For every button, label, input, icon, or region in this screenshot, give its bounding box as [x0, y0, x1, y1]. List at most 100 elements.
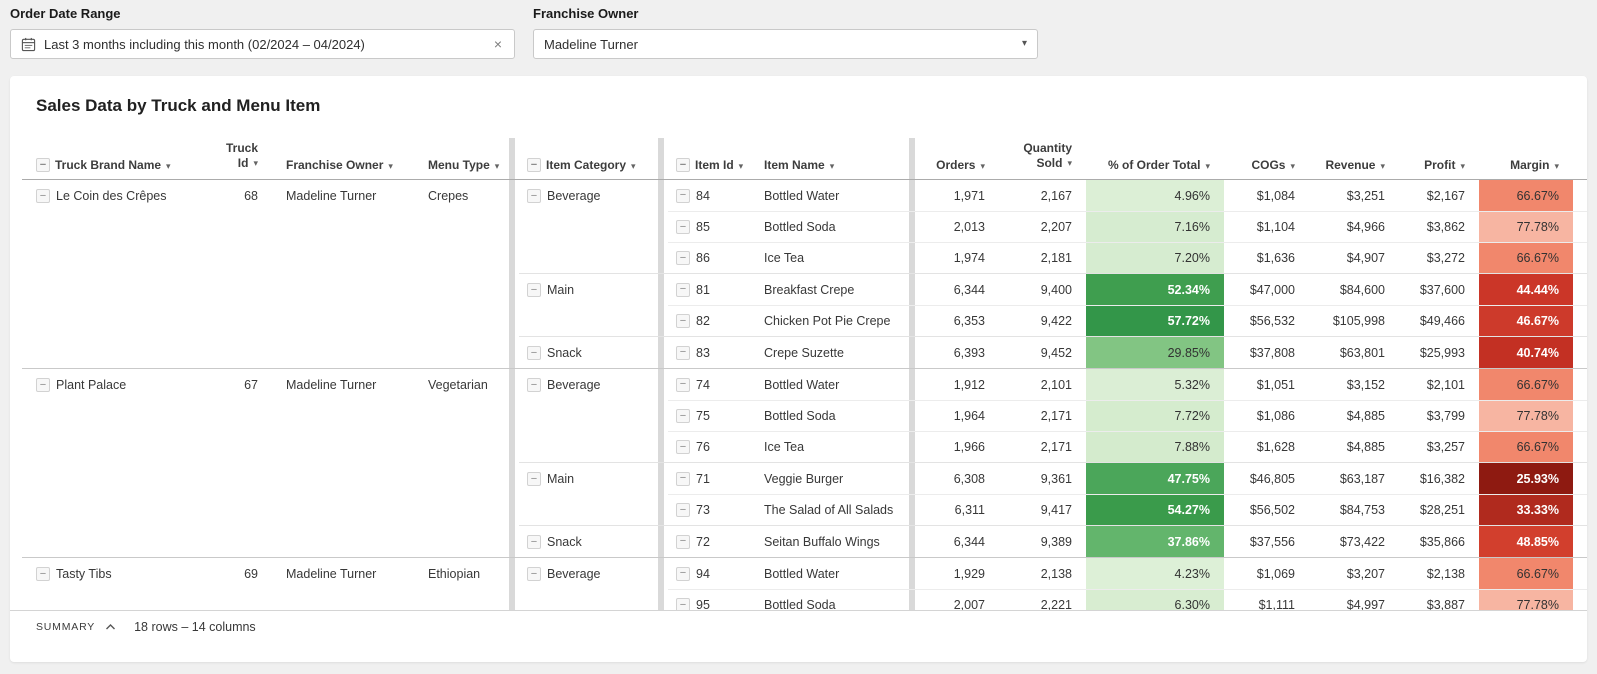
cogs-cell: $1,084: [1224, 180, 1309, 211]
item-id-cell: −86: [668, 243, 758, 273]
collapse-icon[interactable]: −: [36, 189, 50, 203]
item-name-cell: Bottled Soda: [758, 590, 905, 610]
item-id-label: 71: [696, 472, 710, 486]
collapse-icon[interactable]: −: [527, 346, 541, 360]
profit-cell: $16,382: [1399, 463, 1479, 494]
franchise-owner-cell: Madeline Turner: [272, 369, 414, 557]
column-header-truck-id[interactable]: Truck Id▾: [196, 138, 272, 179]
date-range-filter: Order Date Range Last 3 months including…: [10, 6, 515, 59]
date-range-input[interactable]: Last 3 months including this month (02/2…: [10, 29, 515, 59]
clear-filter-icon[interactable]: ×: [492, 37, 504, 51]
collapse-icon[interactable]: −: [36, 378, 50, 392]
collapse-icon[interactable]: −: [36, 567, 50, 581]
item-id-cell: −71: [668, 463, 758, 494]
column-header-item-id[interactable]: − Item Id ▾: [668, 138, 758, 179]
collapse-icon[interactable]: −: [527, 283, 541, 297]
collapse-icon[interactable]: −: [527, 472, 541, 486]
category-row: −Main−81Breakfast Crepe6,3449,40052.34%$…: [519, 273, 1587, 336]
column-group-divider: [654, 180, 668, 273]
collapse-icon[interactable]: −: [676, 220, 690, 234]
header-label-line2: Sold: [1036, 156, 1062, 172]
item-id-cell: −85: [668, 212, 758, 242]
sort-caret-icon[interactable]: ▾: [1380, 162, 1385, 172]
column-header-item-name[interactable]: Item Name ▾: [758, 138, 905, 179]
truck-brand-cell: −Le Coin des Crêpes: [22, 180, 196, 368]
column-header-pct-of-order-total[interactable]: % of Order Total ▾: [1086, 138, 1224, 179]
collapse-icon[interactable]: −: [676, 472, 690, 486]
cogs-cell: $1,111: [1224, 590, 1309, 610]
column-group-divider: [654, 337, 668, 368]
column-header-profit[interactable]: Profit ▾: [1399, 138, 1479, 179]
collapse-icon[interactable]: −: [527, 378, 541, 392]
collapse-icon[interactable]: −: [676, 283, 690, 297]
column-group-divider: [654, 369, 668, 462]
item-name-cell: The Salad of All Salads: [758, 495, 905, 525]
collapse-icon[interactable]: −: [527, 535, 541, 549]
collapse-icon[interactable]: −: [676, 440, 690, 454]
item-rows: −72Seitan Buffalo Wings6,3449,38937.86%$…: [668, 526, 1587, 557]
column-group-divider: [654, 463, 668, 525]
collapse-icon[interactable]: −: [676, 158, 690, 172]
column-header-item-category[interactable]: − Item Category ▾: [519, 138, 654, 179]
collapse-icon[interactable]: −: [527, 158, 541, 172]
franchise-owner-select[interactable]: Madeline Turner ▾: [533, 29, 1038, 59]
franchise-owner-value: Madeline Turner: [544, 37, 1014, 52]
collapse-icon[interactable]: −: [676, 598, 690, 610]
column-group-divider: [654, 274, 668, 336]
collapse-icon[interactable]: −: [676, 535, 690, 549]
sort-caret-icon[interactable]: ▾: [166, 162, 171, 172]
item-id-label: 83: [696, 346, 710, 360]
collapse-icon[interactable]: −: [676, 346, 690, 360]
chevron-down-icon[interactable]: ▾: [1022, 39, 1027, 49]
sort-caret-icon[interactable]: ▾: [739, 162, 744, 172]
table-row: −83Crepe Suzette6,3939,45229.85%$37,808$…: [668, 337, 1587, 368]
collapse-icon[interactable]: −: [36, 158, 50, 172]
menu-type-cell-label: Crepes: [428, 189, 468, 203]
header-label: Truck Id▾: [226, 141, 258, 172]
collapse-icon[interactable]: −: [676, 409, 690, 423]
sort-caret-icon[interactable]: ▾: [1554, 162, 1559, 172]
sort-caret-icon[interactable]: ▾: [830, 162, 835, 172]
menu-type-cell-label: Ethiopian: [428, 567, 480, 581]
collapse-summary-icon[interactable]: [105, 623, 116, 631]
collapse-icon[interactable]: −: [527, 189, 541, 203]
sort-caret-icon[interactable]: ▾: [1067, 159, 1072, 169]
category-row: −Beverage−74Bottled Water1,9122,1015.32%…: [519, 369, 1587, 462]
quantity-sold-cell: 9,389: [999, 526, 1086, 557]
collapse-icon[interactable]: −: [676, 251, 690, 265]
item-name-cell: Bottled Soda: [758, 212, 905, 242]
collapse-icon[interactable]: −: [676, 189, 690, 203]
sort-caret-icon[interactable]: ▾: [1460, 162, 1465, 172]
column-header-orders[interactable]: Orders ▾: [919, 138, 999, 179]
header-label: Franchise Owner: [286, 158, 383, 172]
category-row: −Beverage−84Bottled Water1,9712,1674.96%…: [519, 180, 1587, 273]
collapse-icon[interactable]: −: [676, 503, 690, 517]
sort-caret-icon[interactable]: ▾: [253, 159, 258, 169]
pct-of-order-total-cell: 57.72%: [1086, 306, 1224, 336]
table-header-row: − Truck Brand Name ▾ Truck Id▾ Franchise…: [22, 138, 1587, 180]
collapse-icon[interactable]: −: [527, 567, 541, 581]
revenue-cell: $105,998: [1309, 306, 1399, 336]
collapse-icon[interactable]: −: [676, 567, 690, 581]
table-row: −81Breakfast Crepe6,3449,40052.34%$47,00…: [668, 274, 1587, 305]
column-header-revenue[interactable]: Revenue ▾: [1309, 138, 1399, 179]
sort-caret-icon[interactable]: ▾: [1205, 162, 1210, 172]
column-header-cogs[interactable]: COGs ▾: [1224, 138, 1309, 179]
column-header-menu-type[interactable]: Menu Type ▾: [414, 138, 505, 179]
item-name-cell: Ice Tea: [758, 243, 905, 273]
sort-caret-icon[interactable]: ▾: [1290, 162, 1295, 172]
column-header-margin[interactable]: Margin ▾: [1479, 138, 1573, 179]
column-group-divider: [505, 558, 519, 610]
sort-caret-icon[interactable]: ▾: [495, 162, 500, 172]
collapse-icon[interactable]: −: [676, 378, 690, 392]
item-rows: −81Breakfast Crepe6,3449,40052.34%$47,00…: [668, 274, 1587, 336]
revenue-cell: $4,885: [1309, 401, 1399, 431]
column-header-franchise-owner[interactable]: Franchise Owner ▾: [272, 138, 414, 179]
column-header-truck-brand-name[interactable]: − Truck Brand Name ▾: [22, 138, 196, 179]
sort-caret-icon[interactable]: ▾: [631, 162, 636, 172]
sort-caret-icon[interactable]: ▾: [980, 162, 985, 172]
collapse-icon[interactable]: −: [676, 314, 690, 328]
sort-caret-icon[interactable]: ▾: [388, 162, 393, 172]
margin-cell: 25.93%: [1479, 463, 1573, 494]
column-header-quantity-sold[interactable]: Quantity Sold▾: [999, 138, 1086, 179]
